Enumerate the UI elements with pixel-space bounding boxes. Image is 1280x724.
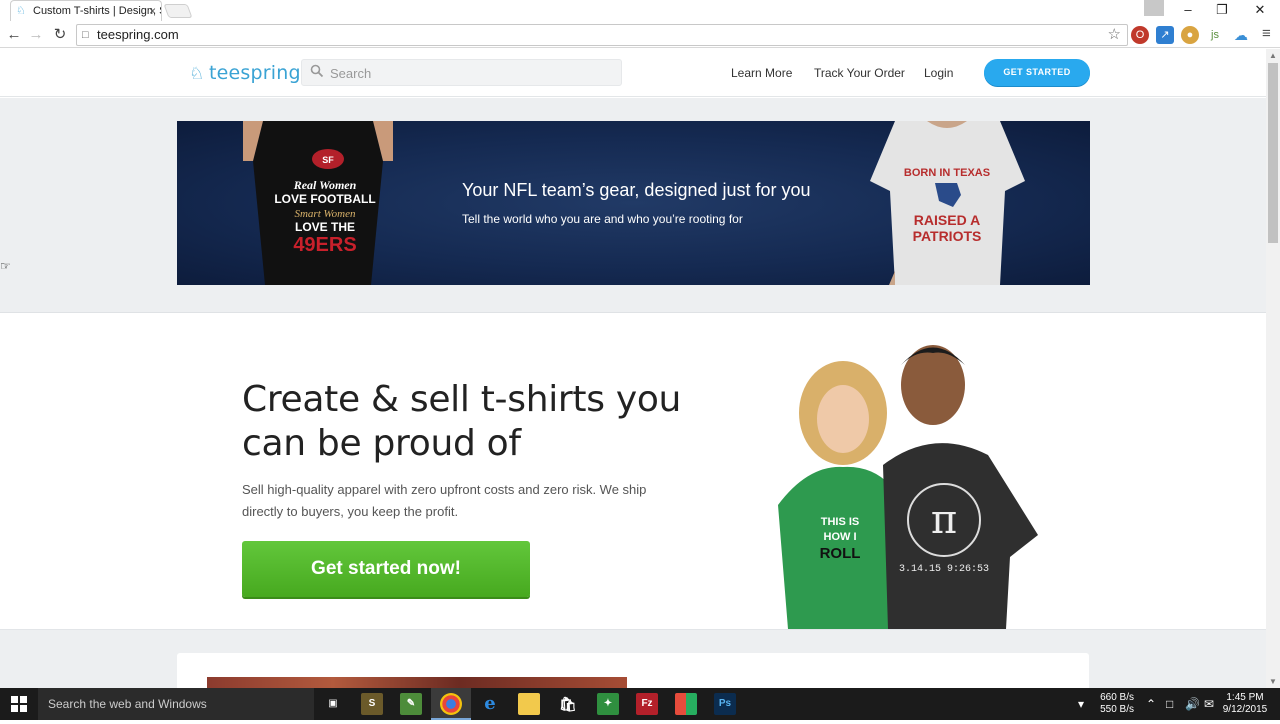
- app-multicolor-icon[interactable]: [675, 693, 697, 715]
- content-card: [177, 653, 1089, 688]
- store-icon[interactable]: 🛍: [557, 693, 579, 715]
- tab-title: Custom T-shirts | Design, Sell: [33, 5, 161, 17]
- svg-text:π: π: [931, 497, 957, 543]
- profile-icon[interactable]: [1144, 0, 1164, 16]
- extension-opera-icon[interactable]: O: [1131, 26, 1149, 44]
- chrome-icon[interactable]: [440, 693, 462, 715]
- banner-subtitle: Tell the world who you are and who you’r…: [462, 212, 743, 226]
- card-image: [207, 677, 627, 688]
- hero-couple-image: THIS IS HOW I ROLL π 3.14.15 9:26:53: [778, 345, 1038, 629]
- tab-close-icon[interactable]: ×: [149, 1, 156, 21]
- back-icon[interactable]: ←: [4, 25, 24, 45]
- nfl-banner[interactable]: SF Real Women LOVE FOOTBALL Smart Women …: [177, 121, 1090, 285]
- browser-toolbar: ← → ↻ □ teespring.com ☆ O ↗ ● js ☁ ≡: [0, 22, 1280, 48]
- network-icon[interactable]: □: [1166, 697, 1173, 711]
- search-box[interactable]: [301, 59, 622, 86]
- photoshop-icon[interactable]: Ps: [714, 693, 736, 715]
- svg-text:THIS IS: THIS IS: [821, 516, 860, 528]
- windows-taskbar: Search the web and Windows ▣ S ✎ e 🛍 ✦ F…: [0, 688, 1280, 720]
- windows-icon[interactable]: [11, 696, 27, 712]
- edge-icon[interactable]: e: [479, 693, 501, 715]
- reload-icon[interactable]: ↻: [50, 25, 70, 45]
- banner-shirt-image-right: BORN IN TEXAS RAISED A PATRIOTS: [870, 121, 1025, 285]
- menu-icon[interactable]: ≡: [1262, 25, 1271, 42]
- taskbar-search[interactable]: Search the web and Windows: [38, 688, 314, 720]
- star-icon[interactable]: ☆: [1108, 25, 1121, 45]
- svg-text:RAISED A: RAISED A: [914, 212, 980, 228]
- mouse-cursor-icon: ☞: [0, 259, 11, 273]
- network-speed: 660 B/s 550 B/s: [1092, 692, 1134, 724]
- scroll-up-icon[interactable]: ▲: [1269, 51, 1277, 60]
- banner-title: Your NFL team’s gear, designed just for …: [462, 180, 811, 200]
- get-started-now-button[interactable]: Get started now!: [242, 541, 530, 597]
- notifications-icon[interactable]: ✉: [1204, 697, 1214, 711]
- tray-chevron-icon[interactable]: ⌃: [1146, 697, 1156, 711]
- clock-time: 1:45 PM: [1226, 692, 1264, 703]
- svg-text:SF: SF: [322, 155, 334, 165]
- extension-chart-icon[interactable]: ↗: [1156, 26, 1174, 44]
- task-view-icon[interactable]: ▣: [322, 693, 344, 715]
- teespring-favicon-icon: ♘: [16, 5, 26, 17]
- net-download: 660 B/s: [1100, 692, 1134, 703]
- app-notepad-icon[interactable]: ✎: [400, 693, 422, 715]
- network-speed-icon: ▾: [1078, 697, 1085, 711]
- svg-text:BORN IN TEXAS: BORN IN TEXAS: [904, 167, 990, 179]
- minimize-button[interactable]: –: [1170, 0, 1206, 20]
- net-upload: 550 B/s: [1100, 704, 1134, 715]
- hero-heading: Create & sell t-shirts you can be proud …: [242, 379, 682, 464]
- nav-track-order[interactable]: Track Your Order: [814, 66, 905, 80]
- hero-description: Sell high-quality apparel with zero upfr…: [242, 482, 647, 519]
- volume-icon[interactable]: 🔊: [1185, 697, 1200, 711]
- teespring-logo[interactable]: ♘ teespring: [189, 62, 301, 84]
- browser-tab[interactable]: ♘ Custom T-shirts | Design, Sell ×: [10, 0, 162, 21]
- shirt-logo-icon: ♘: [189, 64, 205, 84]
- search-input[interactable]: [330, 63, 610, 83]
- site-header: ♘teespring Learn More Track Your Order L…: [0, 49, 1266, 97]
- page-scrollbar[interactable]: ▲ ▼: [1266, 49, 1280, 688]
- extension-cloud-icon[interactable]: ☁: [1232, 26, 1250, 44]
- app-green-icon[interactable]: ✦: [597, 693, 619, 715]
- clock-date: 9/12/2015: [1222, 704, 1268, 715]
- svg-text:HOW I: HOW I: [824, 531, 857, 543]
- url-text: teespring.com: [97, 27, 179, 42]
- svg-text:Real Women: Real Women: [293, 178, 357, 192]
- search-icon: [310, 64, 324, 78]
- scrollbar-thumb[interactable]: [1268, 63, 1278, 243]
- address-bar[interactable]: □ teespring.com ☆: [76, 24, 1128, 46]
- scroll-down-icon[interactable]: ▼: [1269, 677, 1277, 686]
- forward-icon[interactable]: →: [26, 25, 46, 45]
- page-icon: □: [82, 29, 89, 41]
- svg-text:ROLL: ROLL: [820, 545, 861, 562]
- file-explorer-icon[interactable]: [518, 693, 540, 715]
- svg-text:3.14.15 9:26:53: 3.14.15 9:26:53: [899, 564, 989, 575]
- app-s-icon[interactable]: S: [361, 693, 383, 715]
- new-tab-button[interactable]: [163, 4, 193, 18]
- svg-text:PATRIOTS: PATRIOTS: [913, 228, 982, 244]
- clock[interactable]: 1:45 PM 9/12/2015: [1222, 692, 1268, 724]
- restore-button[interactable]: ❐: [1204, 0, 1240, 20]
- banner-shirt-image-left: SF Real Women LOVE FOOTBALL Smart Women …: [243, 121, 393, 285]
- svg-text:49ERS: 49ERS: [293, 234, 356, 256]
- svg-text:LOVE THE: LOVE THE: [295, 220, 355, 234]
- page-viewport: ♘teespring Learn More Track Your Order L…: [0, 49, 1266, 688]
- get-started-button[interactable]: GET STARTED: [984, 59, 1090, 86]
- close-window-button[interactable]: ✕: [1242, 0, 1278, 20]
- svg-text:LOVE FOOTBALL: LOVE FOOTBALL: [274, 192, 375, 206]
- nav-learn-more[interactable]: Learn More: [731, 66, 792, 80]
- extension-cookie-icon[interactable]: ●: [1181, 26, 1199, 44]
- browser-tabstrip: ♘ Custom T-shirts | Design, Sell × – ❐ ✕: [0, 0, 1280, 22]
- svg-text:Smart Women: Smart Women: [294, 208, 356, 220]
- filezilla-icon[interactable]: Fz: [636, 693, 658, 715]
- nav-login[interactable]: Login: [924, 66, 953, 80]
- extension-js-icon[interactable]: js: [1206, 26, 1224, 44]
